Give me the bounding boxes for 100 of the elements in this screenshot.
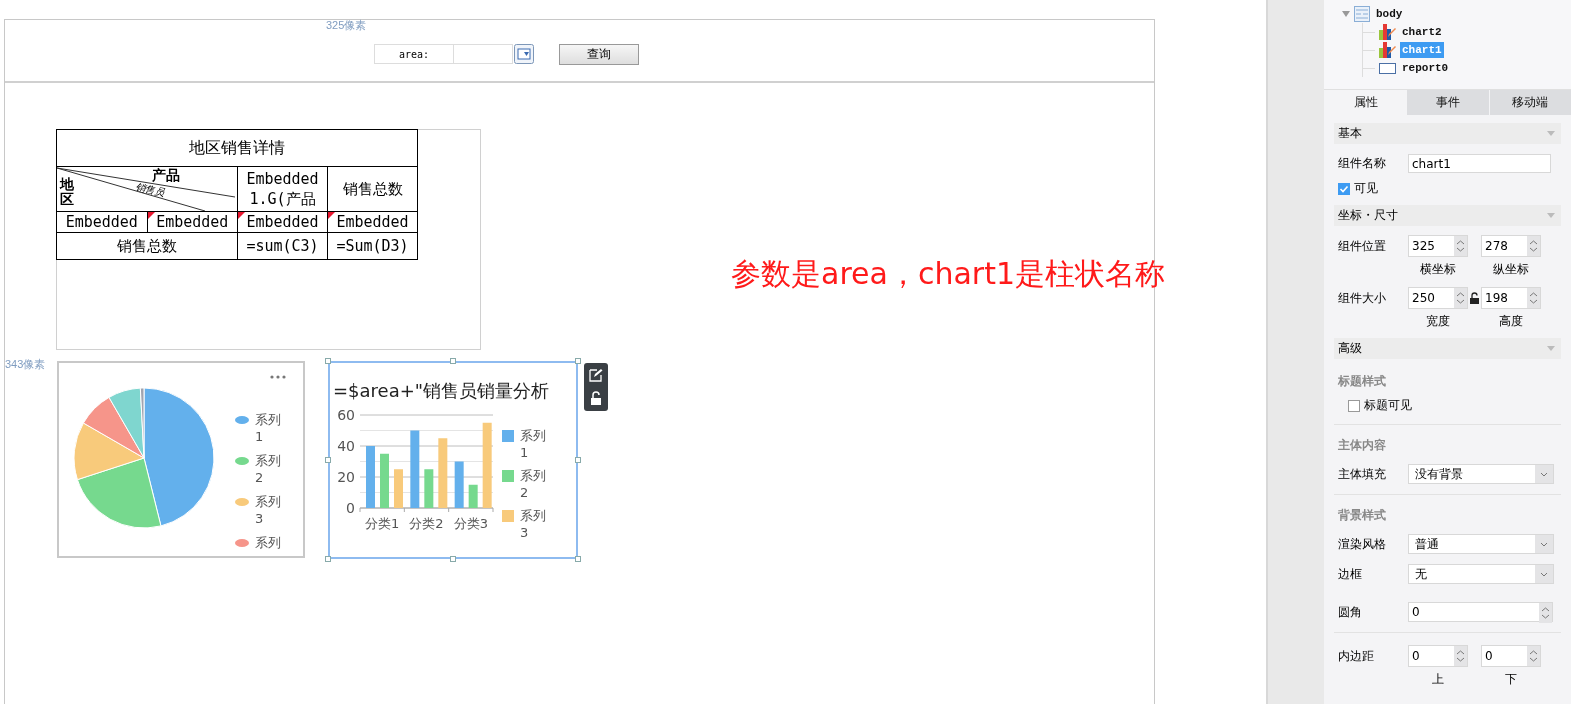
axis-tick-label: 60 xyxy=(337,409,355,423)
combo-field[interactable] xyxy=(454,44,513,64)
checkbox-label: 可见 xyxy=(1354,180,1378,197)
bar xyxy=(424,469,434,508)
unlock-icon[interactable] xyxy=(590,391,602,407)
checkbox-label: 标题可见 xyxy=(1364,397,1412,414)
bar xyxy=(366,446,375,508)
dropdown-field[interactable]: 无 xyxy=(1408,564,1554,584)
table-header-cell: 销售总数 xyxy=(327,166,418,212)
axis-category-label: 分类1 xyxy=(365,516,400,531)
table-cell: 销售总数 xyxy=(56,232,238,260)
report-widget[interactable]: 地区销售详情 产品 销售员 地区 Embedded1.G(产品 销售总数 Embedded Embedded Embedded Embedded 销售总数 =sum(C3) =Sum(D3) xyxy=(56,129,481,350)
resize-handle[interactable] xyxy=(575,457,581,463)
field-label: 内边距 xyxy=(1338,648,1375,665)
table-cell: Embedded xyxy=(147,211,238,233)
axis-category-label: 分类3 xyxy=(453,516,488,531)
corner-header-text: 产品 xyxy=(152,167,180,184)
corner-header-text: 地区 xyxy=(60,177,74,208)
axis-category-label: 分类2 xyxy=(409,516,444,531)
bar xyxy=(438,438,448,508)
number-field[interactable]: 0 xyxy=(1481,645,1541,667)
resize-handle[interactable] xyxy=(325,358,331,364)
parameter-label: area: xyxy=(374,44,454,64)
bar-chart-widget[interactable]: =$area+"销售员销量分析 0 20 40 60 分类1 分类2 分类3 系列1 系列2 系列3 xyxy=(328,361,578,559)
resize-handle[interactable] xyxy=(450,358,456,364)
field-label: 组件大小 xyxy=(1338,290,1387,307)
resize-handle[interactable] xyxy=(575,358,581,364)
caret-icon xyxy=(1547,213,1555,218)
dropdown-icon[interactable] xyxy=(514,44,534,64)
bar xyxy=(394,469,403,508)
axis-tick-label: 0 xyxy=(346,500,355,516)
caret-icon xyxy=(1547,131,1555,136)
table-cell: =Sum(D3) xyxy=(327,232,418,260)
legend-label: 系列 xyxy=(255,534,282,551)
number-field[interactable]: 250 xyxy=(1408,287,1468,309)
table-cell: =sum(C3) xyxy=(237,232,328,260)
chart-icon xyxy=(1379,42,1396,58)
legend-label: 系列2 xyxy=(520,467,547,501)
resize-handle[interactable] xyxy=(325,556,331,562)
number-field[interactable]: 278 xyxy=(1481,235,1541,257)
legend-label: 系列3 xyxy=(255,493,282,527)
resize-handle[interactable] xyxy=(450,556,456,562)
chart-icon xyxy=(1379,24,1396,40)
legend-label: 系列3 xyxy=(520,507,547,541)
field-label: 边框 xyxy=(1338,565,1363,583)
cell-flag-icon xyxy=(328,212,335,219)
bar xyxy=(380,453,389,508)
table-cell: Embedded xyxy=(327,211,418,233)
edit-icon[interactable] xyxy=(589,367,603,382)
table-cell: Embedded xyxy=(237,211,328,233)
panel-tab[interactable]: 移动端 xyxy=(1489,90,1571,115)
dropdown-field[interactable]: 普通 xyxy=(1408,534,1554,554)
field-label: 主体填充 xyxy=(1338,465,1387,483)
pie-chart-widget[interactable]: 系列1 系列2 系列3 系列 xyxy=(57,361,305,558)
section-header[interactable]: 基本 xyxy=(1334,123,1561,144)
number-field[interactable]: 198 xyxy=(1481,287,1541,309)
checkbox[interactable] xyxy=(1348,399,1360,412)
width-hint: 325像素 xyxy=(326,18,367,33)
panel-tab[interactable]: 事件 xyxy=(1407,90,1489,115)
field-caption: 纵坐标 xyxy=(1493,261,1529,278)
field-label: 圆角 xyxy=(1338,603,1363,621)
table-title: 地区销售详情 xyxy=(56,129,418,167)
legend-label: 系列1 xyxy=(520,427,547,461)
cell-flag-icon xyxy=(147,212,155,219)
number-field[interactable]: 325 xyxy=(1408,235,1468,257)
expand-caret-icon[interactable] xyxy=(1342,11,1350,17)
field-caption: 高度 xyxy=(1499,313,1523,330)
field-caption: 横坐标 xyxy=(1420,261,1456,278)
group-heading: 主体内容 xyxy=(1334,424,1561,454)
dropdown-field[interactable]: 没有背景 xyxy=(1408,464,1554,484)
resize-handle[interactable] xyxy=(325,457,331,463)
axis-tick-label: 40 xyxy=(337,438,355,454)
number-field[interactable]: 0 xyxy=(1408,645,1468,667)
section-header[interactable]: 高级 xyxy=(1334,338,1561,359)
caret-icon xyxy=(1547,346,1555,351)
unlock-icon[interactable] xyxy=(1470,292,1479,304)
annotation-text: 参数是area，chart1是柱状名称 xyxy=(731,255,1165,293)
input-field[interactable]: chart1 xyxy=(1408,154,1551,173)
legend-label: 系列1 xyxy=(255,411,282,445)
section-header[interactable]: 坐标・尺寸 xyxy=(1334,205,1561,226)
cell-flag-icon xyxy=(238,212,245,219)
report-icon xyxy=(1379,62,1396,74)
resize-handle[interactable] xyxy=(575,556,581,562)
query-button[interactable]: 查询 xyxy=(559,44,639,65)
legend-label: 系列2 xyxy=(255,452,282,486)
table-header-cell: Embedded1.G(产品 xyxy=(237,166,328,212)
field-label: 组件名称 xyxy=(1338,155,1387,172)
bar xyxy=(454,461,464,508)
tree-item[interactable]: chart2 xyxy=(1400,24,1444,40)
field-caption: 宽度 xyxy=(1426,313,1450,330)
group-heading: 标题样式 xyxy=(1337,373,1387,390)
table-cell: Embedded xyxy=(56,211,147,233)
tree-item[interactable]: body xyxy=(1374,6,1405,22)
more-icon[interactable] xyxy=(270,375,286,379)
checkbox[interactable] xyxy=(1338,182,1350,195)
number-field[interactable]: 0 xyxy=(1408,602,1553,622)
tree-item[interactable]: report0 xyxy=(1400,60,1451,76)
bar xyxy=(468,484,478,508)
field-label: 渲染风格 xyxy=(1338,535,1387,553)
layout-icon xyxy=(1354,6,1370,22)
